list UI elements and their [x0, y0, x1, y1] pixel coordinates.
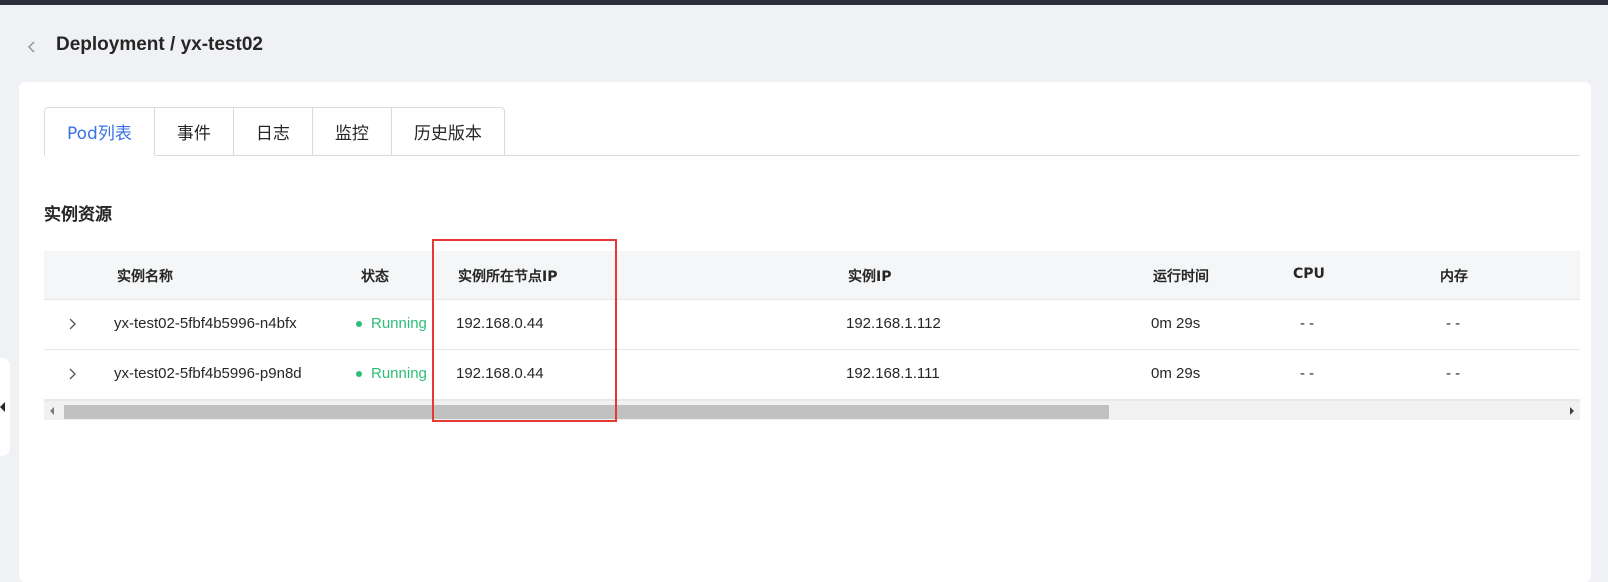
table-row[interactable]: yx-test02-5fbf4b5996-p9n8d Running 192.1…	[44, 350, 1580, 400]
column-header-status: 状态	[361, 269, 389, 285]
tab-logs[interactable]: 日志	[233, 107, 313, 156]
status-badge: Running	[356, 365, 428, 382]
column-header-memory: 内存	[1440, 269, 1468, 285]
sidebar-collapse-handle[interactable]	[0, 358, 10, 456]
status-badge: Running	[356, 315, 428, 332]
tab-events[interactable]: 事件	[154, 107, 234, 156]
pod-table: 实例名称 状态 实例所在节点IP 实例IP 运行时间 CPU 内存 yx-tes…	[44, 251, 1580, 431]
table-header: 实例名称 状态 实例所在节点IP 实例IP 运行时间 CPU 内存	[44, 251, 1580, 300]
expand-row-button[interactable]	[62, 364, 82, 384]
column-header-name: 实例名称	[117, 269, 173, 285]
chevron-right-icon	[69, 368, 76, 380]
horizontal-scrollbar[interactable]	[44, 400, 1580, 420]
uptime: 0m 29s	[1151, 315, 1201, 332]
tab-bar: Pod列表 事件 日志 监控 历史版本	[44, 107, 505, 156]
page-header: Deployment / yx-test02	[0, 5, 1608, 80]
pod-ip: 192.168.1.111	[846, 365, 940, 382]
page-title: Deployment / yx-test02	[56, 34, 263, 55]
scrollbar-thumb[interactable]	[64, 405, 1109, 419]
section-title: 实例资源	[44, 205, 112, 225]
uptime: 0m 29s	[1151, 365, 1201, 382]
cpu-usage: - -	[1300, 315, 1315, 332]
back-button[interactable]	[18, 33, 46, 61]
pod-name: yx-test02-5fbf4b5996-p9n8d	[114, 365, 302, 382]
column-header-cpu: CPU	[1293, 266, 1325, 282]
column-header-node-ip: 实例所在节点IP	[458, 269, 558, 285]
memory-usage: - -	[1446, 365, 1461, 382]
expand-row-button[interactable]	[62, 314, 82, 334]
pod-ip: 192.168.1.112	[846, 315, 941, 332]
chevron-right-icon	[69, 318, 76, 330]
status-dot-icon	[356, 370, 362, 377]
content-card: Pod列表 事件 日志 监控 历史版本 实例资源 实例名称 状态 实例所在节点I…	[19, 82, 1591, 582]
status-dot-icon	[356, 320, 362, 327]
pod-name: yx-test02-5fbf4b5996-n4bfx	[114, 315, 297, 332]
cpu-usage: - -	[1300, 365, 1315, 382]
memory-usage: - -	[1446, 315, 1461, 332]
node-ip: 192.168.0.44	[456, 315, 544, 332]
node-ip: 192.168.0.44	[456, 365, 544, 382]
chevron-left-icon	[28, 41, 35, 53]
scroll-left-arrow-icon[interactable]	[50, 407, 54, 415]
table-row[interactable]: yx-test02-5fbf4b5996-n4bfx Running 192.1…	[44, 300, 1580, 350]
scroll-right-arrow-icon[interactable]	[1570, 407, 1574, 415]
column-header-pod-ip: 实例IP	[848, 269, 892, 285]
tab-monitoring[interactable]: 监控	[312, 107, 392, 156]
caret-left-icon	[0, 402, 5, 412]
status-text: Running	[371, 315, 427, 332]
column-header-uptime: 运行时间	[1153, 269, 1209, 285]
tab-pod-list[interactable]: Pod列表	[44, 107, 155, 156]
tab-history-versions[interactable]: 历史版本	[391, 107, 505, 156]
status-text: Running	[371, 365, 427, 382]
